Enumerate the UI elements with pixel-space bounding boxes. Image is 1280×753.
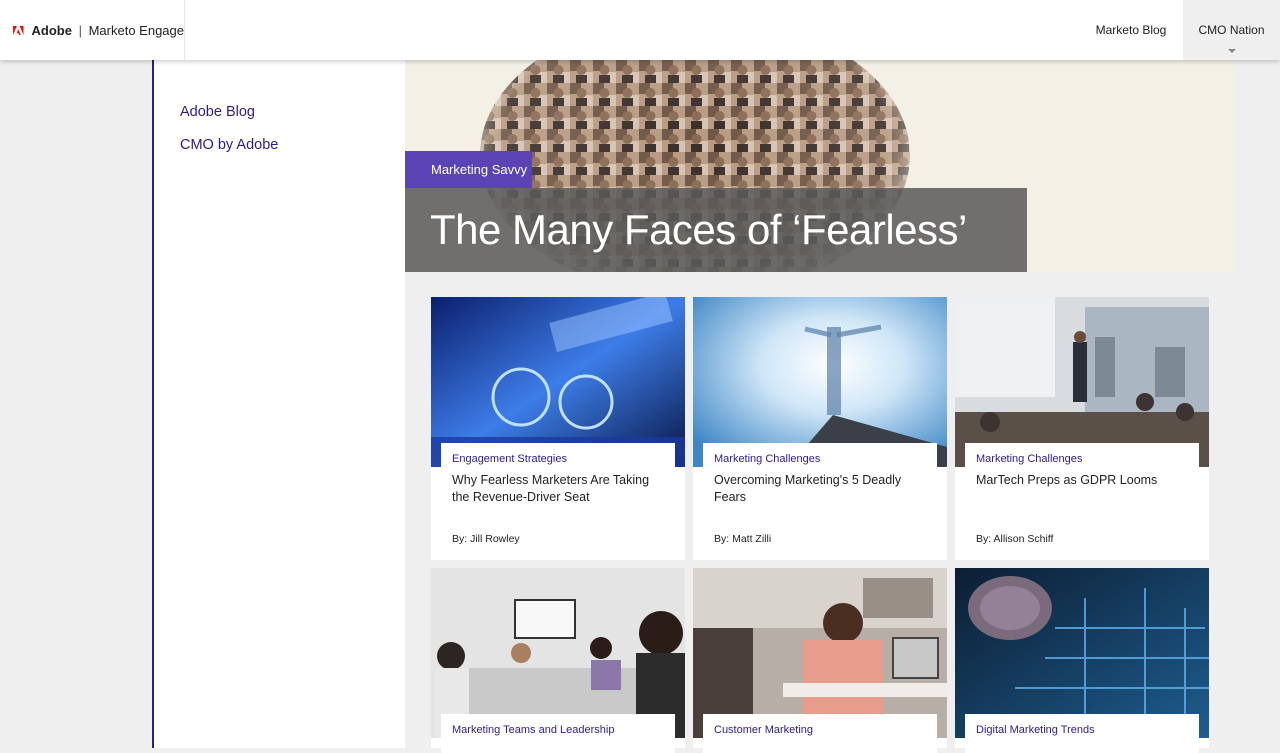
top-navigation-bar: Adobe | Marketo Engage Marketo Blog CMO … (0, 0, 1280, 60)
card-text-panel: Marketing Challenges MarTech Preps as GD… (965, 443, 1199, 499)
hero-category-tag[interactable]: Marketing Savvy (405, 151, 532, 188)
man-arms-raised-image (693, 297, 947, 467)
nav-cmo-nation[interactable]: CMO Nation (1183, 0, 1280, 60)
card-category-link[interactable]: Marketing Teams and Leadership (452, 724, 664, 736)
article-card[interactable]: Customer Marketing (693, 568, 947, 753)
nav-marketo-blog[interactable]: Marketo Blog (1084, 0, 1178, 60)
article-card[interactable]: Engagement Strategies Why Fearless Marke… (431, 297, 685, 560)
adobe-logo-icon (13, 25, 24, 35)
card-category-link[interactable]: Digital Marketing Trends (976, 724, 1188, 736)
card-author: By: Matt Zilli (714, 533, 772, 545)
article-card[interactable]: Marketing Challenges MarTech Preps as GD… (955, 297, 1209, 560)
card-category-link[interactable]: Customer Marketing (714, 724, 926, 736)
card-text-panel: Marketing Teams and Leadership (441, 714, 675, 753)
card-text-panel: Digital Marketing Trends (965, 714, 1199, 753)
card-title-link[interactable]: MarTech Preps as GDPR Looms (976, 472, 1188, 489)
card-author: By: Allison Schiff (976, 533, 1054, 545)
card-author: By: Jill Rowley (452, 533, 520, 545)
stressed-man-image (693, 568, 947, 738)
brand-separator: | (78, 22, 82, 38)
card-category-link[interactable]: Marketing Challenges (714, 453, 926, 465)
sidebar-link-cmo-by-adobe[interactable]: CMO by Adobe (180, 137, 278, 153)
card-text-panel: Engagement Strategies Why Fearless Marke… (441, 443, 675, 516)
brand-text: Adobe | Marketo Engage (32, 23, 185, 38)
brand-logo-link[interactable]: Adobe | Marketo Engage (0, 0, 185, 60)
card-text-panel: Marketing Challenges Overcoming Marketin… (703, 443, 937, 516)
article-card[interactable]: Marketing Challenges Overcoming Marketin… (693, 297, 947, 560)
card-category-link[interactable]: Marketing Challenges (976, 453, 1188, 465)
card-title-link[interactable]: Overcoming Marketing's 5 Deadly Fears (714, 472, 926, 506)
nav-cmo-nation-label: CMO Nation (1198, 23, 1265, 37)
circuit-brain-image (955, 568, 1209, 738)
brand-product: Marketo Engage (88, 22, 184, 38)
hero-title: The Many Faces of ‘Fearless’ (430, 206, 967, 253)
article-card[interactable]: Marketing Teams and Leadership (431, 568, 685, 753)
card-title-link[interactable]: Why Fearless Marketers Are Taking the Re… (452, 472, 664, 506)
hero-title-box[interactable]: The Many Faces of ‘Fearless’ (405, 188, 1027, 272)
card-category-link[interactable]: Engagement Strategies (452, 453, 664, 465)
article-card[interactable]: Digital Marketing Trends (955, 568, 1209, 753)
card-text-panel: Customer Marketing (703, 714, 937, 753)
caret-down-icon (1228, 49, 1236, 53)
speedometer-image (431, 297, 685, 467)
team-meeting-image (431, 568, 685, 738)
sidebar: Adobe Blog CMO by Adobe (152, 60, 405, 748)
boardroom-presentation-image (955, 297, 1209, 467)
sidebar-link-adobe-blog[interactable]: Adobe Blog (180, 104, 255, 120)
brand-company: Adobe (31, 22, 72, 38)
